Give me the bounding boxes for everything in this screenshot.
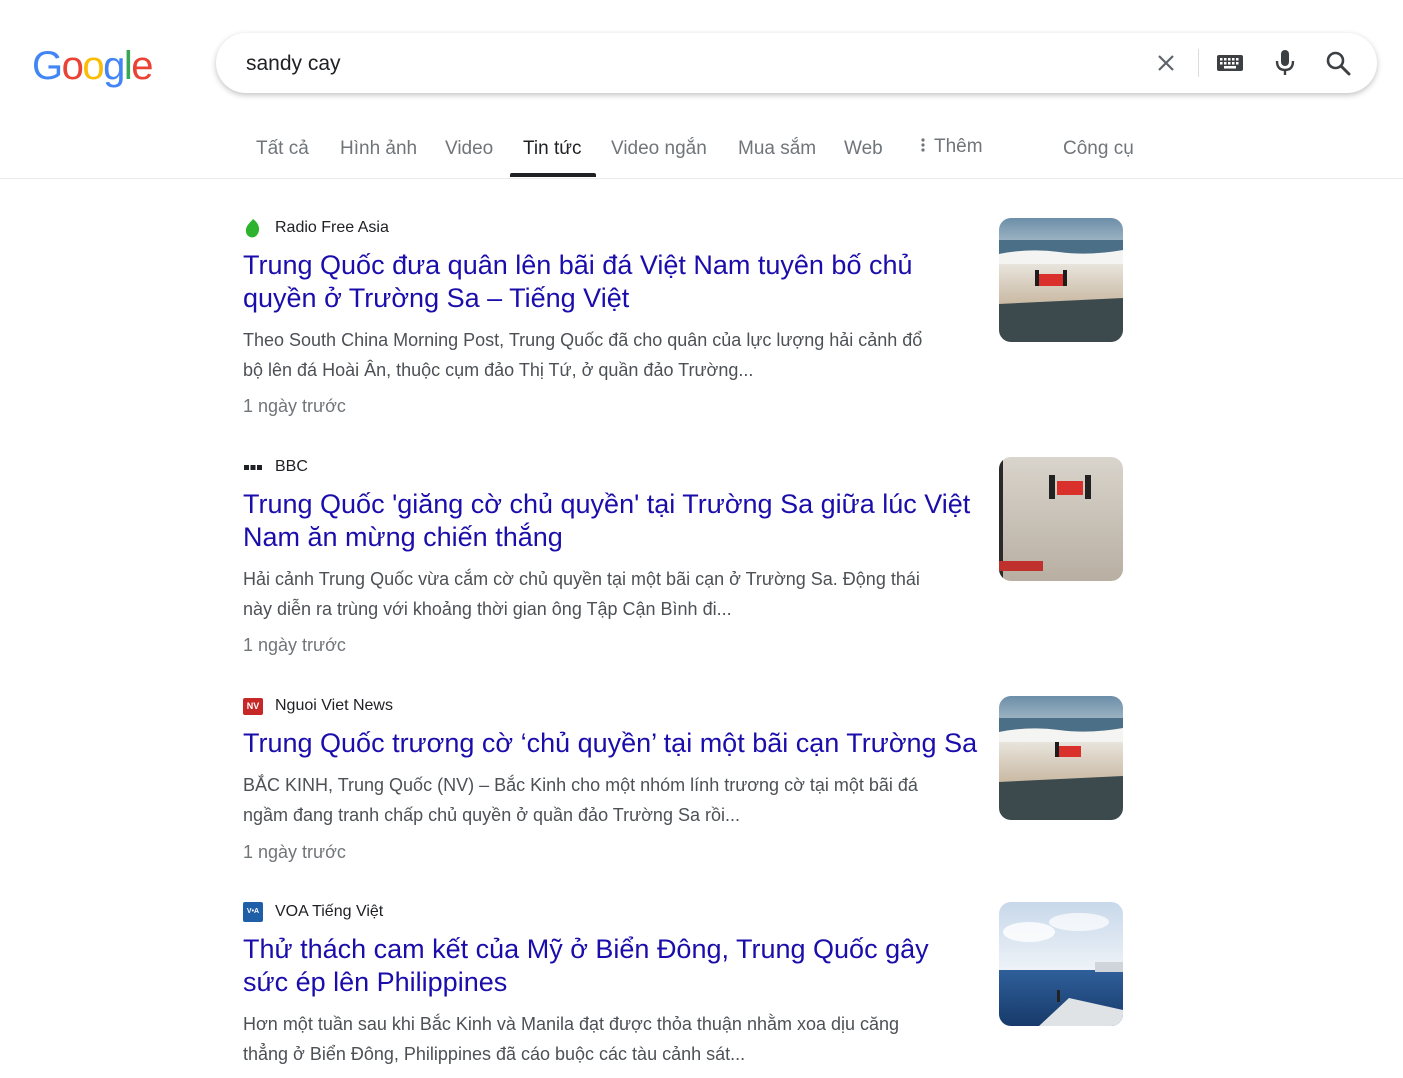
result-source[interactable]: BBC xyxy=(243,456,308,478)
result-time: 1 ngày trước xyxy=(243,396,346,416)
title-line: Trung Quốc đưa quân lên bãi đá Việt Nam … xyxy=(243,250,913,280)
tab-shopping[interactable]: Mua sắm xyxy=(738,138,816,160)
logo-letter: o xyxy=(61,44,84,88)
voa-favicon-icon: V•A xyxy=(243,902,263,922)
tab-news[interactable]: Tin tức xyxy=(523,138,581,160)
snippet-line: Hải cảnh Trung Quốc vừa cắm cờ chủ quyền… xyxy=(243,569,920,589)
more-vert-icon xyxy=(921,138,925,152)
result-thumbnail[interactable] xyxy=(999,696,1123,820)
news-result: BBC Trung Quốc 'giăng cờ chủ quyền' tại … xyxy=(243,456,1123,656)
result-time: 1 ngày trước xyxy=(243,635,346,655)
keyboard-icon[interactable] xyxy=(1214,47,1246,79)
source-name: Nguoi Viet News xyxy=(275,697,393,714)
tab-more[interactable]: Thêm xyxy=(918,136,983,158)
snippet-line: này diễn ra trùng với khoảng thời gian ô… xyxy=(243,599,732,619)
google-logo[interactable]: Google xyxy=(32,44,153,88)
search-divider xyxy=(1198,49,1199,77)
news-result: Radio Free Asia Trung Quốc đưa quân lên … xyxy=(243,217,1123,417)
title-line: Nam ăn mừng chiến thắng xyxy=(243,522,563,552)
snippet-line: ngầm đang tranh chấp chủ quyền ở quần đả… xyxy=(243,805,740,825)
result-thumbnail[interactable] xyxy=(999,218,1123,342)
result-source[interactable]: Radio Free Asia xyxy=(243,217,389,239)
logo-letter: g xyxy=(103,44,125,88)
tab-images[interactable]: Hình ảnh xyxy=(340,138,417,160)
news-result: NV Nguoi Viet News Trung Quốc trương cờ … xyxy=(243,695,1123,875)
title-line: Trung Quốc 'giăng cờ chủ quyền' tại Trườ… xyxy=(243,489,971,519)
result-title[interactable]: Thử thách cam kết của Mỹ ở Biển Đông, Tr… xyxy=(243,933,983,999)
source-name: VOA Tiếng Việt xyxy=(275,903,384,920)
result-time: 1 ngày trước xyxy=(243,842,346,862)
result-thumbnail[interactable] xyxy=(999,457,1123,581)
tab-short-videos[interactable]: Video ngắn xyxy=(611,138,707,160)
close-icon[interactable] xyxy=(1150,47,1182,79)
tab-web[interactable]: Web xyxy=(844,138,883,160)
snippet-line: Hơn một tuần sau khi Bắc Kinh và Manila … xyxy=(243,1014,900,1034)
logo-letter: o xyxy=(82,44,104,88)
result-snippet: Hơn một tuần sau khi Bắc Kinh và Manila … xyxy=(243,1009,983,1069)
voa-logo-text: V•A xyxy=(243,902,263,922)
search-icon[interactable] xyxy=(1322,47,1354,79)
result-snippet: BẮC KINH, Trung Quốc (NV) – Bắc Kinh cho… xyxy=(243,770,983,830)
title-line: Thử thách cam kết của Mỹ ở Biển Đông, Tr… xyxy=(243,934,929,964)
result-source[interactable]: V•A VOA Tiếng Việt xyxy=(243,901,383,923)
result-thumbnail[interactable] xyxy=(999,902,1123,1026)
snippet-line: bộ lên đá Hoài Ân, thuộc cụm đảo Thị Tứ,… xyxy=(243,360,754,380)
bbc-favicon-icon xyxy=(243,457,263,477)
tools-button[interactable]: Công cụ xyxy=(1063,138,1134,160)
snippet-line: BẮC KINH, Trung Quốc (NV) – Bắc Kinh cho… xyxy=(243,775,918,795)
source-name: Radio Free Asia xyxy=(275,219,389,236)
search-box xyxy=(216,33,1377,93)
nv-logo-text: NV xyxy=(243,697,263,715)
search-input[interactable] xyxy=(244,47,1128,81)
result-snippet: Hải cảnh Trung Quốc vừa cắm cờ chủ quyền… xyxy=(243,564,983,624)
result-snippet: Theo South China Morning Post, Trung Quố… xyxy=(243,325,983,385)
result-title[interactable]: Trung Quốc đưa quân lên bãi đá Việt Nam … xyxy=(243,249,983,315)
snippet-line: Theo South China Morning Post, Trung Quố… xyxy=(243,330,923,350)
nguoi-viet-favicon-icon: NV xyxy=(243,696,263,716)
title-line: Trung Quốc trương cờ ‘chủ quyền’ tại một… xyxy=(243,728,978,758)
microphone-icon[interactable] xyxy=(1269,47,1301,79)
search-tabs: Tất cả Hình ảnh Video Tin tức Video ngắn… xyxy=(0,122,1403,179)
title-line: quyền ở Trường Sa – Tiếng Việt xyxy=(243,283,630,313)
tab-videos[interactable]: Video xyxy=(445,138,493,160)
snippet-line: thẳng ở Biển Đông, Philippines đã cáo bu… xyxy=(243,1044,746,1064)
logo-letter: e xyxy=(131,44,153,88)
active-tab-indicator xyxy=(510,173,596,177)
source-name: BBC xyxy=(275,458,308,475)
title-line: sức ép lên Philippines xyxy=(243,967,508,997)
tab-more-label: Thêm xyxy=(934,136,983,157)
result-title[interactable]: Trung Quốc trương cờ ‘chủ quyền’ tại một… xyxy=(243,727,983,760)
tab-all[interactable]: Tất cả xyxy=(256,138,309,160)
news-result: V•A VOA Tiếng Việt Thử thách cam kết của… xyxy=(243,901,1123,1078)
rfa-favicon-icon xyxy=(243,218,263,238)
result-source[interactable]: NV Nguoi Viet News xyxy=(243,695,393,717)
logo-letter: G xyxy=(32,44,63,88)
result-title[interactable]: Trung Quốc 'giăng cờ chủ quyền' tại Trườ… xyxy=(243,488,983,554)
